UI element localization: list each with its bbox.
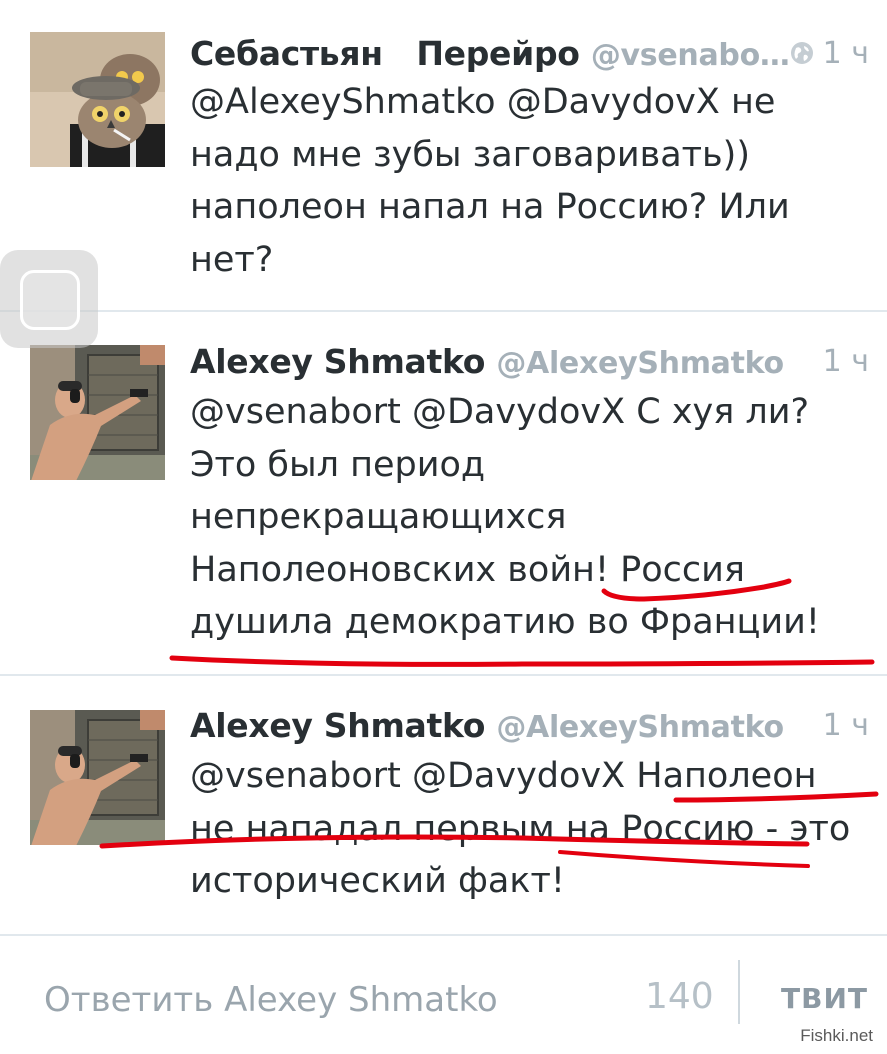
author-name[interactable]: Alexey Shmatko @AlexeyShmatko: [190, 342, 784, 381]
assistive-touch-button[interactable]: [0, 250, 98, 348]
tweet-1[interactable]: Себастьян Перейро @vsenabo… 1 ч @AlexeyS…: [0, 28, 887, 310]
divider: [0, 674, 887, 676]
tweet-2[interactable]: Alexey Shmatko @AlexeyShmatko 1 ч @vsena…: [0, 336, 887, 672]
reply-bar: Ответить Alexey Shmatko 140 ТВИТ: [0, 936, 887, 1054]
timestamp: 1 ч: [789, 36, 869, 74]
author-name[interactable]: Alexey Shmatko @AlexeyShmatko: [190, 706, 784, 745]
avatar-shooter[interactable]: [30, 710, 165, 845]
avatar-shooter[interactable]: [30, 345, 165, 480]
tweet-text: @vsenabort @DavydovX С хуя ли? Это был п…: [190, 392, 820, 642]
watermark: Fishki.net: [800, 1026, 873, 1045]
author-handle[interactable]: @vsenabo…: [591, 38, 790, 73]
reply-input[interactable]: Ответить Alexey Shmatko: [44, 980, 498, 1020]
divider: [0, 310, 887, 312]
avatar-owl[interactable]: [30, 32, 165, 167]
character-counter: 140: [645, 976, 714, 1017]
separator: [738, 960, 740, 1024]
timestamp: 1 ч: [822, 344, 869, 379]
tweet-text: @vsenabort @DavydovX Наполеон не нападал…: [190, 756, 851, 901]
tweet-text: @AlexeyShmatko @DavydovX не надо мне зуб…: [190, 82, 790, 280]
tweet-button[interactable]: ТВИТ: [781, 982, 868, 1015]
author-handle[interactable]: @AlexeyShmatko: [496, 710, 784, 745]
author-name[interactable]: Себастьян Перейро @vsenabo…: [190, 34, 790, 73]
timestamp: 1 ч: [822, 708, 869, 743]
tweet-3[interactable]: Alexey Shmatko @AlexeyShmatko 1 ч @vsena…: [0, 700, 887, 934]
globe-icon: [789, 39, 815, 74]
assistive-touch-icon: [20, 270, 80, 330]
author-handle[interactable]: @AlexeyShmatko: [496, 346, 784, 381]
